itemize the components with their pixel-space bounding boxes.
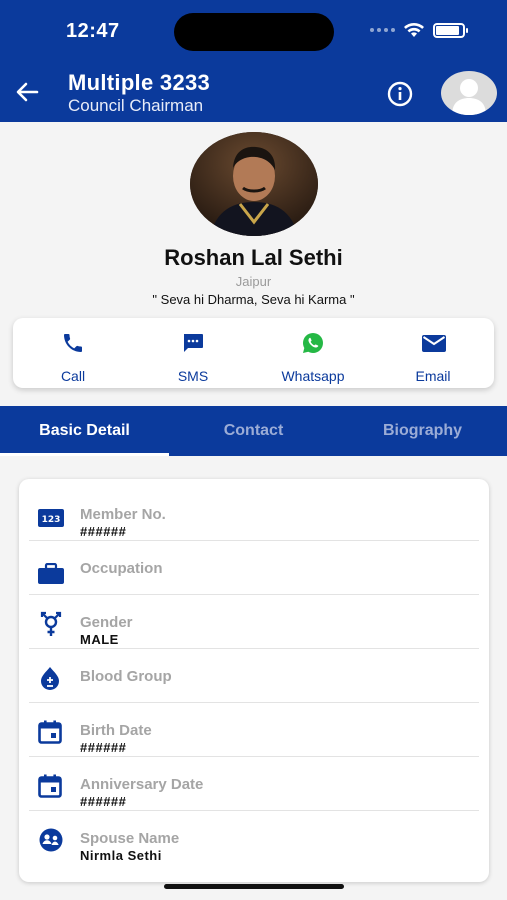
detail-row-birth-date: Birth Date ###### — [19, 703, 489, 757]
active-tab-indicator — [0, 453, 169, 456]
app-header: 12:47 Multiple 3233 Council Chairman — [0, 0, 507, 122]
profile-city: Jaipur — [235, 274, 272, 289]
spouse-name-label: Spouse Name — [80, 830, 180, 847]
blood-drop-icon — [41, 667, 59, 690]
gender-icon — [40, 611, 62, 636]
sms-icon — [184, 334, 203, 352]
anniversary-date-label: Anniversary Date — [80, 776, 204, 793]
sms-button[interactable]: SMS — [133, 318, 253, 388]
profile-motto: " Seva hi Dharma, Seva hi Karma " — [152, 292, 355, 307]
tab-basic-detail[interactable]: Basic Detail — [0, 406, 169, 456]
anniversary-date-value: ###### — [80, 794, 127, 809]
email-button[interactable]: Email — [373, 318, 493, 388]
avatar-placeholder-icon — [452, 79, 486, 115]
wifi-icon — [404, 23, 424, 37]
profile-name: Roshan Lal Sethi — [164, 245, 343, 270]
detail-row-anniversary-date: Anniversary Date ###### — [19, 757, 489, 811]
calendar-icon — [38, 774, 62, 798]
page-subtitle: Council Chairman — [68, 96, 204, 115]
detail-row-blood-group: Blood Group — [19, 649, 489, 703]
blood-group-label: Blood Group — [80, 668, 172, 685]
profile-photo-image — [190, 132, 318, 236]
detail-row-occupation: Occupation — [19, 541, 489, 595]
profile-photo — [190, 132, 318, 236]
contact-actions-bar: Call SMS Whatsapp Email — [13, 318, 494, 388]
briefcase-icon — [38, 563, 64, 584]
gender-value: MALE — [80, 632, 119, 647]
detail-row-gender: Gender MALE — [19, 595, 489, 649]
tab-bar: Basic Detail Contact Biography — [0, 406, 507, 456]
battery-icon — [433, 22, 468, 38]
phone-icon — [64, 334, 82, 352]
status-time: 12:47 — [66, 20, 120, 42]
spouse-icon — [39, 828, 63, 852]
whatsapp-icon — [303, 333, 323, 353]
sms-label: SMS — [177, 368, 209, 384]
tab-biography[interactable]: Biography — [338, 406, 507, 456]
birth-date-label: Birth Date — [80, 722, 152, 739]
info-icon[interactable] — [386, 80, 414, 108]
battery-level — [436, 25, 460, 35]
gender-label: Gender — [80, 614, 133, 631]
spouse-name-value: Nirmla Sethi — [80, 848, 162, 863]
call-label: Call — [60, 368, 86, 384]
page-title: Multiple 3233 — [68, 70, 211, 95]
whatsapp-label: Whatsapp — [281, 368, 345, 384]
email-label: Email — [415, 368, 451, 384]
basic-detail-card: 123 Member No. ###### Occupation Gender … — [19, 479, 489, 882]
call-button[interactable]: Call — [13, 318, 133, 388]
detail-row-member-no: 123 Member No. ###### — [19, 487, 489, 541]
member-no-label: Member No. — [80, 506, 166, 523]
svg-text:123: 123 — [42, 515, 61, 525]
occupation-label: Occupation — [80, 560, 163, 577]
signal-icon — [370, 28, 395, 32]
back-arrow-icon[interactable] — [14, 80, 40, 104]
number-badge-icon: 123 — [38, 509, 64, 527]
email-icon — [422, 335, 446, 352]
calendar-icon — [38, 720, 62, 744]
camera-notch — [174, 13, 334, 51]
detail-row-spouse-name: Spouse Name Nirmla Sethi — [19, 811, 489, 865]
whatsapp-button[interactable]: Whatsapp — [253, 318, 373, 388]
status-icons — [370, 22, 468, 38]
birth-date-value: ###### — [80, 740, 127, 755]
user-avatar[interactable] — [441, 71, 497, 115]
tab-contact[interactable]: Contact — [169, 406, 338, 456]
home-indicator[interactable] — [164, 884, 344, 889]
member-no-value: ###### — [80, 524, 127, 539]
